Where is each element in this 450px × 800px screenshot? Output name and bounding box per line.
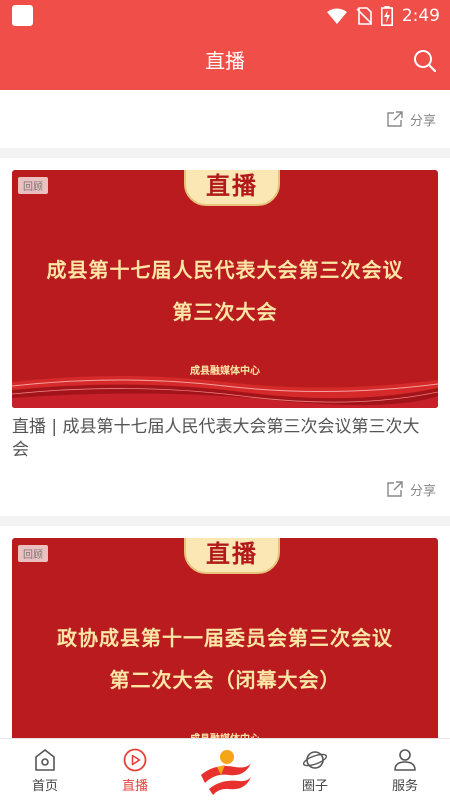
bottom-nav: 首页 直播 圈子 服务 xyxy=(0,738,450,800)
share-button[interactable]: 分享 xyxy=(386,90,436,148)
live-list[interactable]: 分享 直播 回顾 成县第十七届人民代表大会第三次会议 第三次大会 成县融媒体中心… xyxy=(0,90,450,738)
nav-item-circle[interactable]: 圈子 xyxy=(280,739,350,800)
live-badge: 直播 xyxy=(184,538,280,574)
list-item-tail: 分享 xyxy=(0,90,450,148)
card-title[interactable]: 直播 | 成县第十七届人民代表大会第三次会议第三次大会 xyxy=(12,416,438,462)
share-icon xyxy=(387,111,403,127)
replay-tag: 回顾 xyxy=(18,545,48,562)
ribbon-decoration xyxy=(12,376,438,408)
share-label: 分享 xyxy=(409,113,436,129)
notification-app-icon xyxy=(12,5,33,26)
banner-title-line1: 成县第十七届人民代表大会第三次会议 xyxy=(46,258,404,282)
banner-title-line1: 政协成县第十一届委员会第三次会议 xyxy=(57,626,393,650)
search-icon[interactable] xyxy=(412,48,438,74)
video-thumbnail[interactable]: 直播 回顾 政协成县第十一届委员会第三次会议 第二次大会（闭幕大会） 成县融媒体… xyxy=(12,538,438,738)
list-item[interactable]: 直播 回顾 成县第十七届人民代表大会第三次会议 第三次大会 成县融媒体中心 直播… xyxy=(0,158,450,516)
nav-item-live[interactable]: 直播 xyxy=(100,739,170,800)
nav-label-service: 服务 xyxy=(391,779,418,794)
play-icon xyxy=(123,748,147,772)
no-sim-icon xyxy=(356,7,372,25)
title-bar: 直播 xyxy=(0,32,450,90)
replay-tag: 回顾 xyxy=(18,177,48,194)
live-badge: 直播 xyxy=(184,170,280,206)
page-title: 直播 xyxy=(205,49,245,73)
user-icon xyxy=(394,749,416,771)
list-item[interactable]: 直播 回顾 政协成县第十一届委员会第三次会议 第二次大会（闭幕大会） 成县融媒体… xyxy=(0,526,450,738)
share-label: 分享 xyxy=(409,483,436,499)
nav-label-live: 直播 xyxy=(121,779,148,794)
banner-title-line2: 第三次大会 xyxy=(172,300,278,324)
video-thumbnail[interactable]: 直播 回顾 成县第十七届人民代表大会第三次会议 第三次大会 成县融媒体中心 xyxy=(12,170,438,408)
wifi-icon xyxy=(326,8,347,24)
home-icon xyxy=(35,749,55,771)
share-button[interactable]: 分享 xyxy=(12,462,438,516)
banner-title-line2: 第二次大会（闭幕大会） xyxy=(109,668,341,692)
share-icon xyxy=(387,481,403,497)
nav-item-home[interactable]: 首页 xyxy=(10,739,80,800)
status-bar: 2:49 xyxy=(0,0,450,32)
app-logo[interactable] xyxy=(195,745,255,797)
nav-label-home: 首页 xyxy=(31,779,58,794)
status-time: 2:49 xyxy=(401,6,440,26)
nav-label-circle: 圈子 xyxy=(301,779,328,794)
planet-icon xyxy=(302,751,328,769)
battery-charging-icon xyxy=(380,6,393,26)
status-icons: 2:49 xyxy=(326,0,440,32)
nav-item-service[interactable]: 服务 xyxy=(370,739,440,800)
